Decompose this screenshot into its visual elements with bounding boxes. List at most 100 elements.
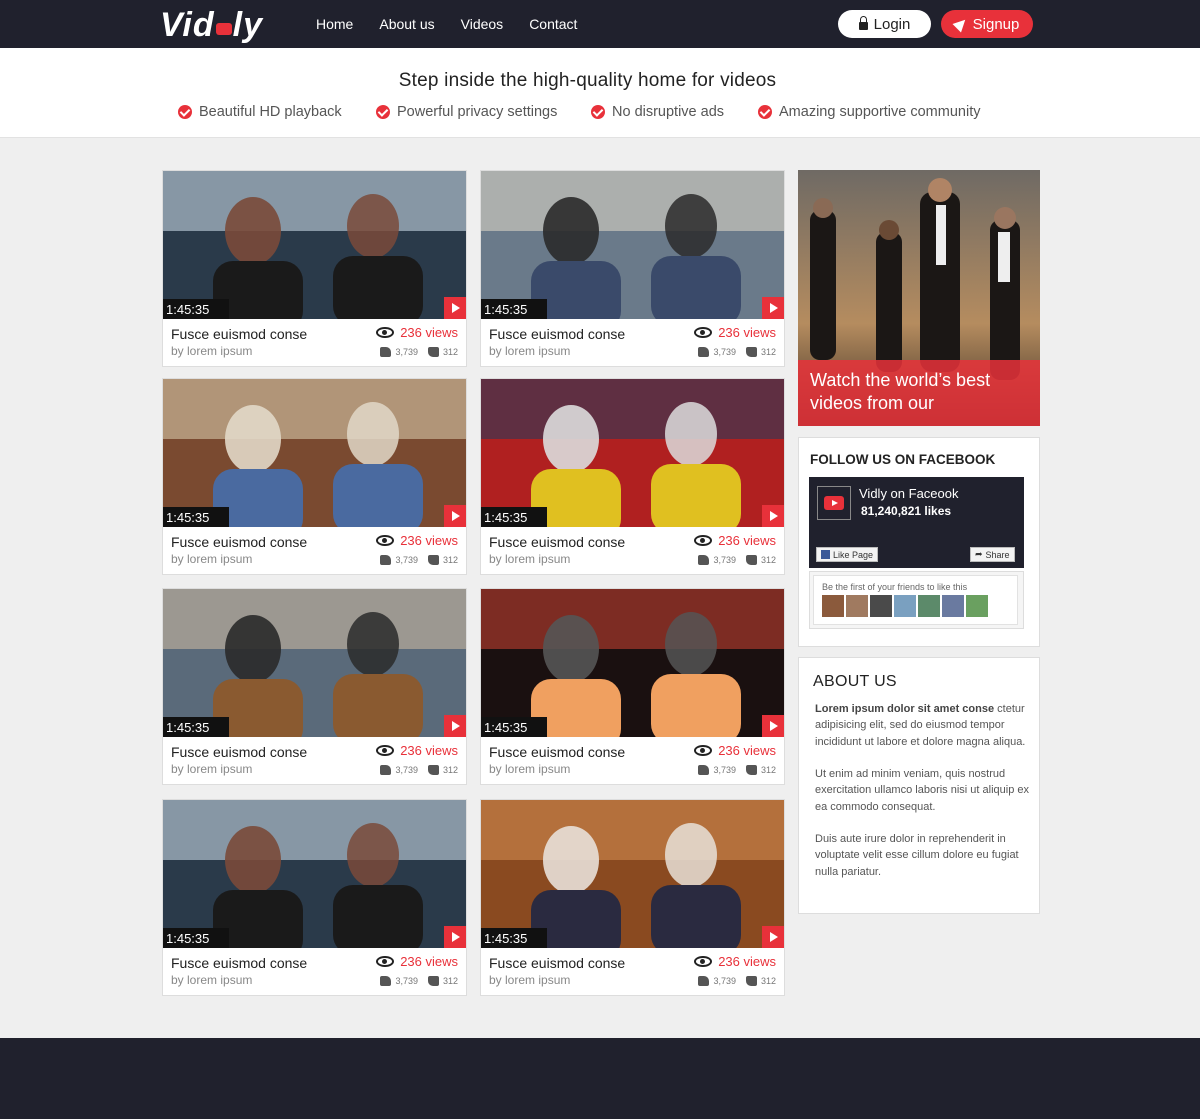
thumbs-up-icon[interactable] bbox=[698, 976, 710, 986]
video-author[interactable]: by lorem ipsum bbox=[171, 762, 252, 776]
video-card[interactable]: 1:45:35 Fusce euismod conse by lorem ipsum… bbox=[162, 378, 467, 575]
video-duration: 1:45:35 bbox=[163, 928, 230, 948]
avatar[interactable] bbox=[942, 595, 964, 617]
video-views: 236 views bbox=[694, 743, 776, 758]
nav-videos[interactable]: Videos bbox=[461, 16, 504, 32]
thumbs-down-icon[interactable] bbox=[745, 347, 757, 357]
video-thumbnail[interactable]: 1:45:35 bbox=[481, 171, 784, 319]
thumbs-up-icon[interactable] bbox=[380, 976, 392, 986]
video-views: 236 views bbox=[376, 743, 458, 758]
views-count: 236 views bbox=[718, 954, 776, 969]
video-thumbnail[interactable]: 1:45:35 bbox=[163, 800, 466, 948]
video-title[interactable]: Fusce euismod conse bbox=[489, 534, 625, 550]
thumbs-up-icon[interactable] bbox=[380, 347, 392, 357]
play-icon[interactable] bbox=[762, 505, 784, 527]
video-title[interactable]: Fusce euismod conse bbox=[489, 326, 625, 342]
share-button[interactable]: ➦ Share bbox=[970, 547, 1015, 562]
video-views: 236 views bbox=[376, 954, 458, 969]
login-label: Login bbox=[873, 15, 911, 33]
video-thumbnail[interactable]: 1:45:35 bbox=[163, 589, 466, 737]
video-title[interactable]: Fusce euismod conse bbox=[171, 744, 307, 760]
nav-home[interactable]: Home bbox=[316, 16, 353, 32]
play-icon[interactable] bbox=[444, 505, 466, 527]
thumbs-up-icon[interactable] bbox=[380, 765, 392, 775]
thumbs-down-icon[interactable] bbox=[745, 976, 757, 986]
facebook-heading: FOLLOW US ON FACEBOOK bbox=[810, 452, 996, 467]
video-thumbnail[interactable]: 1:45:35 bbox=[481, 589, 784, 737]
play-icon[interactable] bbox=[444, 297, 466, 319]
thumbs-up-icon[interactable] bbox=[380, 555, 392, 565]
video-card[interactable]: 1:45:35 Fusce euismod conse by lorem ipsum… bbox=[162, 799, 467, 996]
vidly-logo[interactable]: Vid ly bbox=[160, 8, 263, 42]
video-card[interactable]: 1:45:35 Fusce euismod conse by lorem ipsum… bbox=[480, 170, 785, 367]
thumbs-up-icon[interactable] bbox=[698, 347, 710, 357]
video-author[interactable]: by lorem ipsum bbox=[171, 344, 252, 358]
avatar[interactable] bbox=[870, 595, 892, 617]
thumbs-down-icon[interactable] bbox=[427, 765, 439, 775]
play-icon[interactable] bbox=[444, 926, 466, 948]
video-votes: 3,739 312 bbox=[692, 976, 776, 986]
video-card[interactable]: 1:45:35 Fusce euismod conse by lorem ipsum… bbox=[480, 378, 785, 575]
video-views: 236 views bbox=[376, 533, 458, 548]
like-page-button[interactable]: Like Page bbox=[816, 547, 879, 562]
video-author[interactable]: by lorem ipsum bbox=[489, 344, 570, 358]
video-author[interactable]: by lorem ipsum bbox=[489, 973, 570, 987]
thumbs-down-icon[interactable] bbox=[427, 976, 439, 986]
video-thumbnail[interactable]: 1:45:35 bbox=[481, 800, 784, 948]
about-paragraph: Ut enim ad minim veniam, quis nostrud ex… bbox=[815, 768, 1029, 813]
thumbs-up-icon[interactable] bbox=[698, 765, 710, 775]
lock-icon bbox=[858, 16, 868, 30]
likes-count: 3,739 bbox=[713, 347, 736, 357]
video-thumbnail[interactable]: 1:45:35 bbox=[163, 379, 466, 527]
video-thumbnail[interactable]: 1:45:35 bbox=[163, 171, 466, 319]
thumbs-up-icon[interactable] bbox=[698, 555, 710, 565]
eye-icon bbox=[694, 535, 713, 546]
avatar[interactable] bbox=[822, 595, 844, 617]
video-author[interactable]: by lorem ipsum bbox=[489, 552, 570, 566]
video-title[interactable]: Fusce euismod conse bbox=[171, 534, 307, 550]
video-author[interactable]: by lorem ipsum bbox=[171, 552, 252, 566]
video-title[interactable]: Fusce euismod conse bbox=[171, 326, 307, 342]
play-icon[interactable] bbox=[762, 297, 784, 319]
friends-box: Be the first of your friends to like thi… bbox=[809, 571, 1024, 629]
video-thumbnail[interactable]: 1:45:35 bbox=[481, 379, 784, 527]
views-count: 236 views bbox=[400, 325, 458, 340]
play-icon[interactable] bbox=[762, 926, 784, 948]
video-card[interactable]: 1:45:35 Fusce euismod conse by lorem ipsum… bbox=[162, 170, 467, 367]
feature-label: No disruptive ads bbox=[612, 104, 725, 120]
video-title[interactable]: Fusce euismod conse bbox=[489, 955, 625, 971]
likes-count: 3,739 bbox=[395, 555, 418, 565]
thumbs-down-icon[interactable] bbox=[427, 347, 439, 357]
video-card[interactable]: 1:45:35 Fusce euismod conse by lorem ipsum… bbox=[162, 588, 467, 785]
eye-icon bbox=[694, 745, 713, 756]
feature-label: Powerful privacy settings bbox=[397, 104, 558, 120]
avatar[interactable] bbox=[966, 595, 988, 617]
video-card[interactable]: 1:45:35 Fusce euismod conse by lorem ipsum… bbox=[480, 588, 785, 785]
facebook-page-box[interactable]: Vidly on Faceook 81,240,821 likes Like P… bbox=[809, 477, 1024, 568]
play-icon[interactable] bbox=[762, 715, 784, 737]
promo-caption: Watch the world’s best videos from our bbox=[798, 360, 1040, 426]
thumbs-down-icon[interactable] bbox=[745, 765, 757, 775]
about-lead-bold: Lorem ipsum dolor sit amet conse bbox=[815, 703, 995, 715]
play-icon[interactable] bbox=[444, 715, 466, 737]
avatar[interactable] bbox=[894, 595, 916, 617]
avatar[interactable] bbox=[918, 595, 940, 617]
thumbs-down-icon[interactable] bbox=[745, 555, 757, 565]
video-author[interactable]: by lorem ipsum bbox=[489, 762, 570, 776]
video-duration: 1:45:35 bbox=[481, 507, 548, 527]
signup-button[interactable]: Signup bbox=[941, 10, 1033, 38]
video-title[interactable]: Fusce euismod conse bbox=[489, 744, 625, 760]
friends-text: Be the first of your friends to like thi… bbox=[822, 582, 968, 592]
promo-banner[interactable]: Watch the world’s best videos from our bbox=[798, 170, 1040, 426]
login-button[interactable]: Login bbox=[838, 10, 931, 38]
nav-about-us[interactable]: About us bbox=[379, 16, 434, 32]
thumbs-down-icon[interactable] bbox=[427, 555, 439, 565]
eye-icon bbox=[694, 956, 713, 967]
dislikes-count: 312 bbox=[442, 976, 458, 986]
avatar[interactable] bbox=[846, 595, 868, 617]
video-author[interactable]: by lorem ipsum bbox=[171, 973, 252, 987]
eye-icon bbox=[694, 327, 713, 338]
nav-contact[interactable]: Contact bbox=[529, 16, 577, 32]
video-card[interactable]: 1:45:35 Fusce euismod conse by lorem ipsum… bbox=[480, 799, 785, 996]
video-title[interactable]: Fusce euismod conse bbox=[171, 955, 307, 971]
